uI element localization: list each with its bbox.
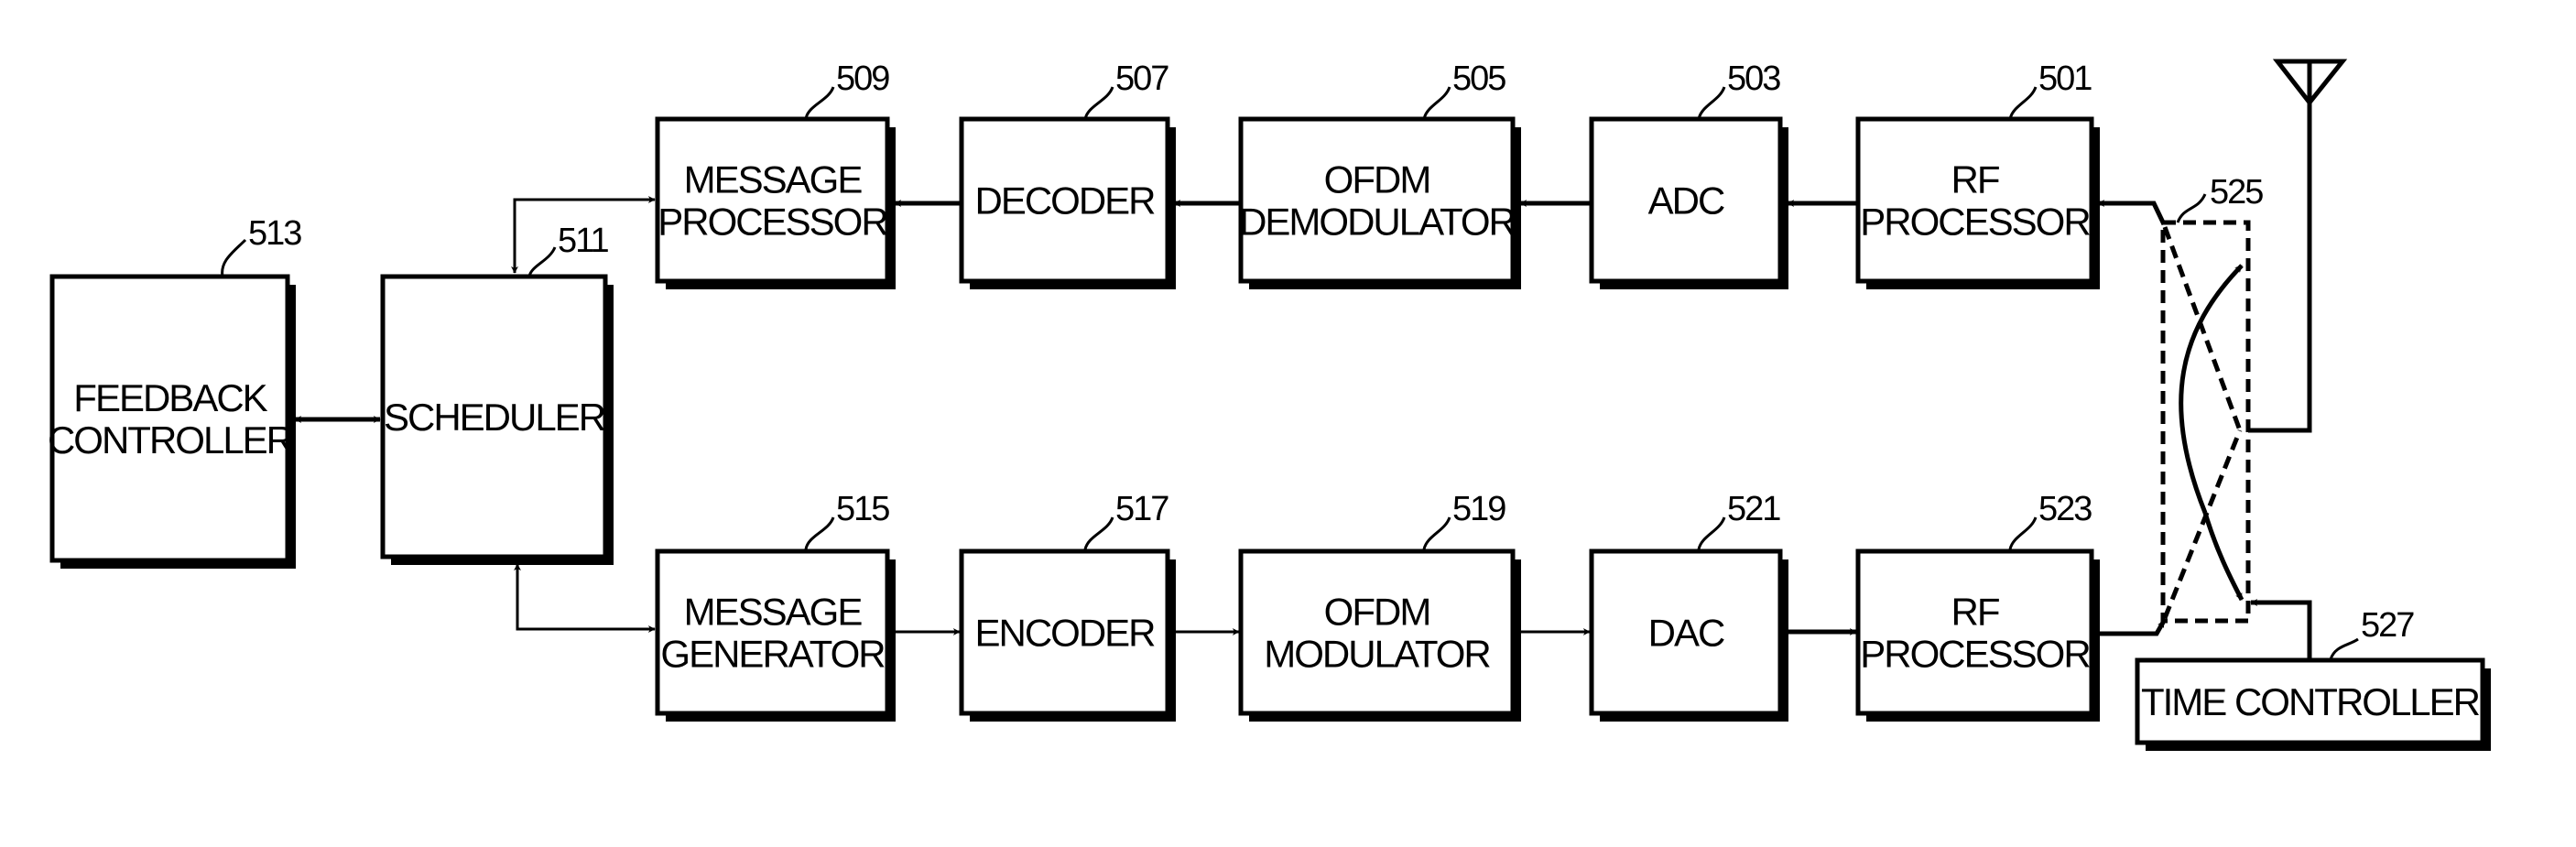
leader-523 <box>2008 516 2038 550</box>
block-msg-gen: MESSAGEGENERATOR 515 <box>655 490 896 722</box>
switch-path-tx <box>2162 429 2243 619</box>
leader-521 <box>1697 516 1726 550</box>
switch-toggle-arc-up <box>2179 264 2244 514</box>
block-label: PROCESSOR <box>658 201 887 244</box>
block-label: ADC <box>1648 179 1724 223</box>
block-encoder: ENCODER 517 <box>959 490 1176 722</box>
block-scheduler: SCHEDULER 511 <box>380 222 614 565</box>
block-label: RF <box>1951 158 1999 201</box>
reference-numeral: 521 <box>1727 490 1780 528</box>
block-label: MODULATOR <box>1264 633 1490 676</box>
reference-numeral: 515 <box>836 490 889 528</box>
block-label: PROCESSOR <box>1860 201 2090 244</box>
reference-numeral: 507 <box>1115 60 1168 98</box>
reference-numeral: 519 <box>1452 490 1505 528</box>
block-label: PROCESSOR <box>1860 633 2090 676</box>
leader-527 <box>2329 637 2359 660</box>
leader-505 <box>1422 86 1451 120</box>
block-diagram: RFPROCESSOR501ADC503OFDMDEMODULATOR505DE… <box>48 59 2491 751</box>
reference-numeral: 523 <box>2038 490 2092 528</box>
block-msg-proc: MESSAGEPROCESSOR 509 <box>655 60 896 289</box>
block-rf-tx: RFPROCESSOR 523 <box>1855 490 2100 722</box>
wire-switch-antenna <box>2248 103 2312 433</box>
block-label: DEMODULATOR <box>1239 201 1515 244</box>
reference-numeral: 511 <box>558 222 608 260</box>
block-decoder: DECODER 507 <box>959 60 1176 289</box>
wire-rf-to-switch <box>2099 619 2167 636</box>
reference-numeral: 509 <box>836 60 889 98</box>
leader-513 <box>221 238 247 277</box>
leader-507 <box>1083 86 1114 120</box>
block-feedback: FEEDBACKCONTROLLER 513 <box>48 214 303 569</box>
block-label: DECODER <box>974 179 1155 223</box>
block-ofdm-mod: OFDMMODULATOR 519 <box>1238 490 1521 722</box>
block-label: SCHEDULER <box>384 396 605 439</box>
reference-numeral: 501 <box>2038 60 2092 98</box>
reference-numeral: 517 <box>1115 490 1168 528</box>
wire-time-ctrl-to-switch <box>2250 599 2312 659</box>
wire-scheduler-msg-gen <box>514 563 656 633</box>
leader-515 <box>804 516 835 550</box>
block-time-ctrl: TIME CONTROLLER 527 <box>2135 606 2491 751</box>
reference-numeral: 505 <box>1452 60 1505 98</box>
switch-toggle-arc-down <box>2202 512 2244 602</box>
block-label: FEEDBACK <box>73 376 267 419</box>
block-label: MESSAGE <box>684 158 863 201</box>
block-label: OFDM <box>1324 158 1430 201</box>
leader-517 <box>1083 516 1114 550</box>
antenna-icon <box>2272 59 2348 107</box>
wire-switch-to-rf-rx <box>2097 200 2167 226</box>
block-ofdm-demod: OFDMDEMODULATOR 505 <box>1238 60 1521 289</box>
leader-519 <box>1422 516 1451 550</box>
reference-numeral: 527 <box>2361 606 2414 645</box>
block-label: MESSAGE <box>684 591 863 634</box>
block-label: DAC <box>1648 612 1724 655</box>
leader-501 <box>2008 86 2038 120</box>
leader-525 <box>2176 193 2207 223</box>
block-label: CONTROLLER <box>48 418 293 462</box>
block-label: TIME CONTROLLER <box>2141 680 2480 723</box>
block-label: ENCODER <box>974 612 1155 655</box>
block-rf-rx: RFPROCESSOR 501 <box>1855 60 2100 289</box>
switch-path-rx <box>2162 226 2243 431</box>
block-label: RF <box>1951 591 1999 634</box>
leader-503 <box>1697 86 1726 120</box>
leader-509 <box>804 86 835 120</box>
reference-numeral: 513 <box>248 214 301 253</box>
reference-numeral-duplexer: 525 <box>2210 173 2263 212</box>
block-adc: ADC 503 <box>1589 60 1788 289</box>
block-dac: DAC 521 <box>1589 490 1788 722</box>
block-label: GENERATOR <box>660 633 885 676</box>
reference-numeral: 503 <box>1727 60 1780 98</box>
leader-511 <box>527 246 557 277</box>
block-label: OFDM <box>1324 591 1430 634</box>
